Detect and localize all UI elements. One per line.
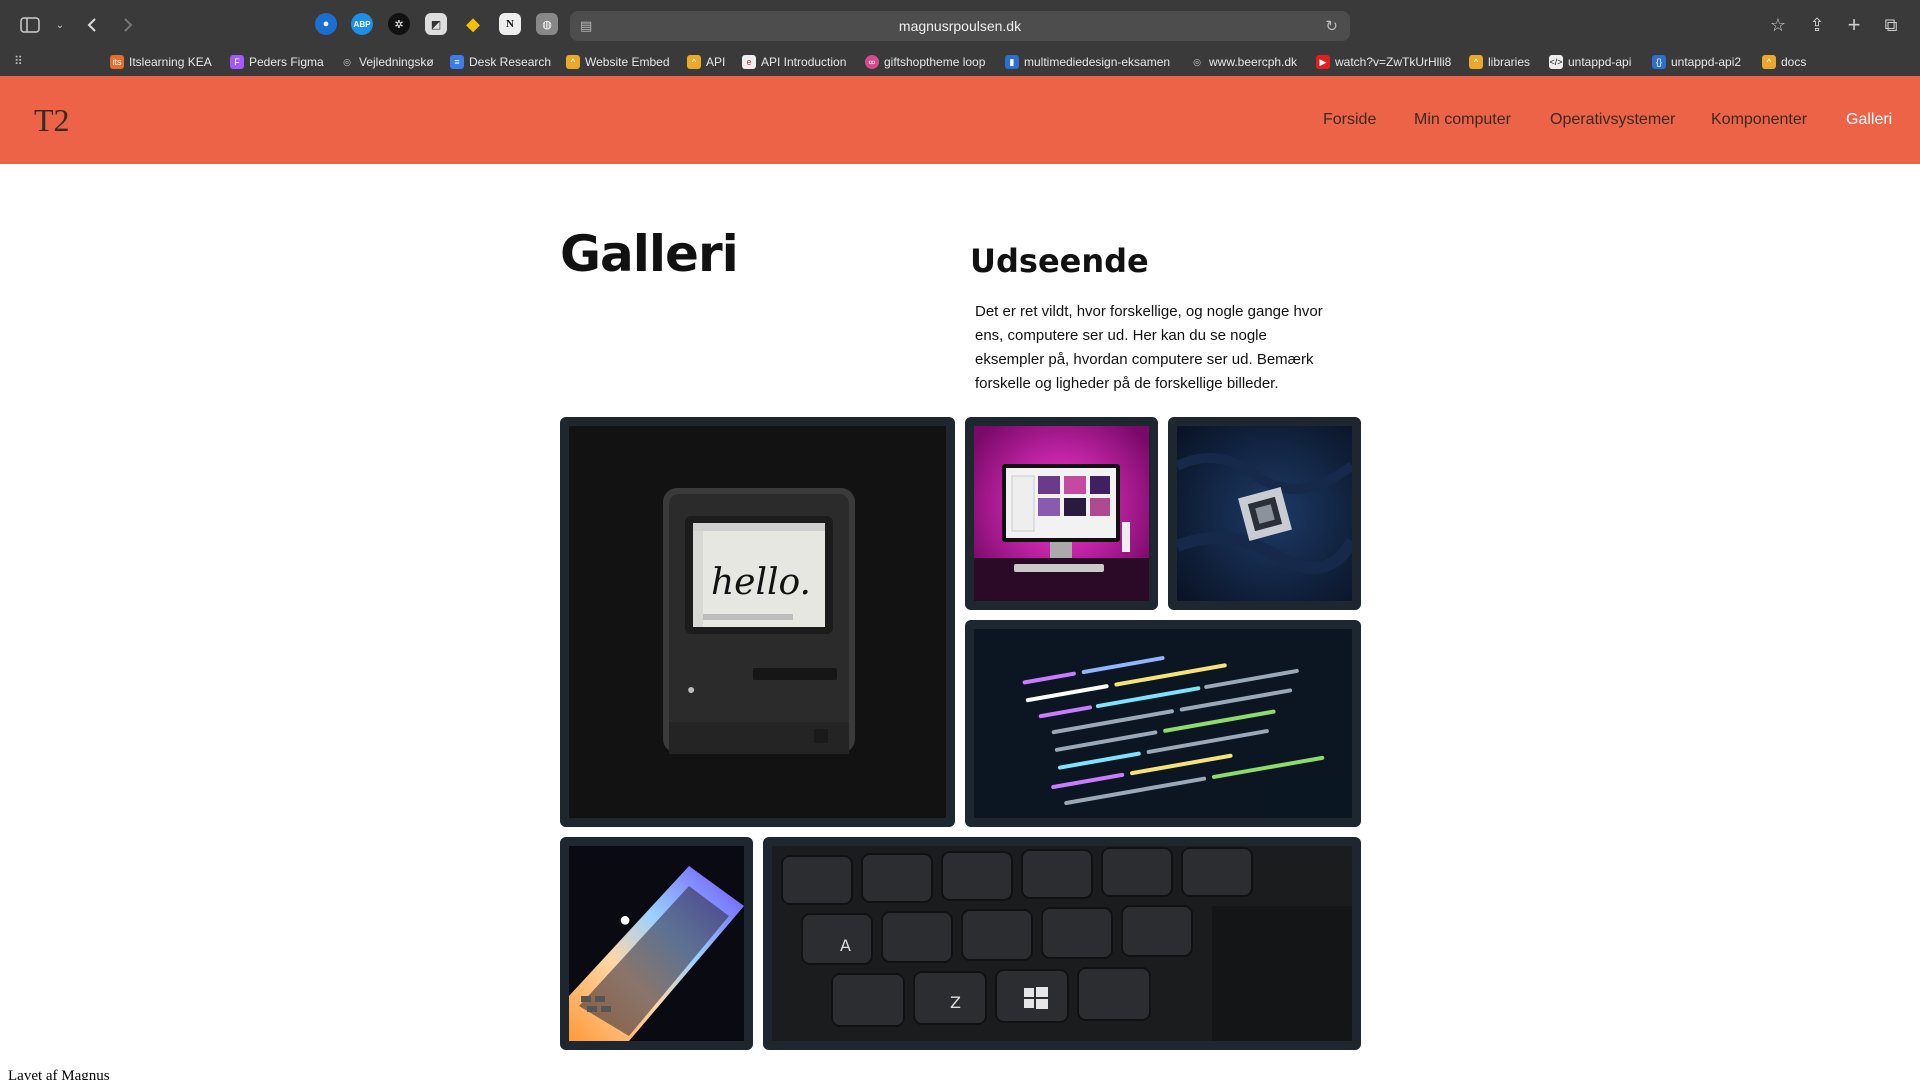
site-header: T2 Forside Min computer Operativsystemer… xyxy=(0,76,1920,164)
site-logo[interactable]: T2 xyxy=(34,102,70,139)
bookmark-item[interactable]: {} untappd-api2 xyxy=(1652,52,1741,72)
bookmark-item[interactable]: ◎ Vejledningskø xyxy=(340,52,434,72)
address-bar[interactable]: ▤ magnusrpoulsen.dk ↻ xyxy=(570,11,1350,41)
new-tab-icon[interactable]: + xyxy=(1842,12,1866,37)
libraries-icon: ^ xyxy=(1469,55,1483,69)
bookmark-item[interactable]: ^ docs xyxy=(1762,52,1806,72)
docs-icon: ≡ xyxy=(450,55,464,69)
api-icon: ^ xyxy=(687,55,701,69)
bookmark-item[interactable]: ◎ www.beercph.dk xyxy=(1190,52,1297,72)
extension-cookie-icon[interactable]: ◍ xyxy=(536,13,558,35)
embed-icon: ^ xyxy=(566,55,580,69)
svg-text:●: ● xyxy=(687,681,695,697)
code-screen-illustration xyxy=(974,629,1352,818)
nav-forside[interactable]: Forside xyxy=(1323,111,1376,129)
notion-icon[interactable]: N xyxy=(499,13,521,35)
extension-abp-icon[interactable]: ABP xyxy=(351,13,373,35)
bookmarks-bar: its Itslearning KEA F Peders Figma ◎ Vejled… xyxy=(0,50,1920,76)
bookmark-item[interactable]: ^ Website Embed xyxy=(566,52,670,72)
nav-min-computer[interactable]: Min computer xyxy=(1414,111,1511,129)
pink-desk-illustration xyxy=(974,426,1149,601)
gallery-image-pink-desk[interactable] xyxy=(965,417,1158,610)
tab-overview-icon[interactable]: ⧉ xyxy=(1879,13,1903,37)
gallery-image-hello-mac[interactable]: hello. ● xyxy=(560,417,955,827)
back-icon[interactable] xyxy=(80,13,104,37)
figma-icon: F xyxy=(230,55,244,69)
svg-text:Z: Z xyxy=(950,993,961,1012)
bookmark-item[interactable]: e API Introduction xyxy=(742,52,846,72)
macbook-illustration: ● xyxy=(569,846,744,1041)
bookmark-item[interactable]: ^ libraries xyxy=(1469,52,1530,72)
bookmark-item[interactable]: ▮ multimediedesign-eksamen xyxy=(1005,52,1170,72)
globe-icon: ◎ xyxy=(1193,56,1201,67)
gallery-image-code-screen[interactable] xyxy=(965,620,1361,827)
untappd-api-icon: </> xyxy=(1549,55,1563,69)
page-title: Galleri xyxy=(560,225,739,283)
cpu-chip-illustration xyxy=(1177,426,1352,601)
browser-chrome: ⌄ ● ABP ✲ ◩ ◆ N ◍ ▤ magnusrpoulsen.dk ↻ … xyxy=(0,0,1920,76)
gallery-image-macbook[interactable]: ● xyxy=(560,837,753,1050)
section-title: Udseende xyxy=(970,242,1149,280)
itslearning-icon: its xyxy=(110,55,124,69)
bookmark-item[interactable]: ▶ watch?v=ZwTkUrHlli8 xyxy=(1316,52,1451,72)
tab-groups-chevron-icon[interactable]: ⌄ xyxy=(48,13,72,37)
extension-notes-icon[interactable]: ◩ xyxy=(425,13,447,35)
bookmark-item[interactable]: its Itslearning KEA xyxy=(110,52,212,72)
sidebar-toggle-icon[interactable] xyxy=(18,13,42,37)
share-icon[interactable]: ⇪ xyxy=(1805,13,1829,37)
api-intro-icon: e xyxy=(742,55,756,69)
bookmark-item[interactable]: F Peders Figma xyxy=(230,52,324,72)
forward-icon[interactable] xyxy=(116,13,140,37)
docs-bookmark-icon: ^ xyxy=(1762,55,1776,69)
keyboard-illustration: A Z xyxy=(772,846,1352,1041)
intro-text: Det er ret vildt, hvor forskellige, og n… xyxy=(975,303,1323,392)
extension-dots-icon[interactable]: ✲ xyxy=(388,13,410,35)
extension-shield-icon[interactable]: ● xyxy=(315,13,337,35)
bookmark-star-icon[interactable]: ☆ xyxy=(1766,13,1790,37)
youtube-icon: ▶ xyxy=(1316,55,1330,69)
browser-toolbar: ⌄ ● ABP ✲ ◩ ◆ N ◍ ▤ magnusrpoulsen.dk ↻ … xyxy=(0,0,1920,50)
bookmark-item[interactable]: ∞ giftshoptheme loop xyxy=(865,52,985,72)
untappd-api2-icon: {} xyxy=(1652,55,1666,69)
hello-text: hello. xyxy=(711,562,811,603)
gallery-image-keyboard[interactable]: A Z xyxy=(763,837,1361,1050)
extension-color-icon[interactable]: ◆ xyxy=(462,13,484,35)
footer-credit: Lavet af Magnus xyxy=(8,1068,110,1080)
bookmark-item[interactable]: ^ API xyxy=(687,52,725,72)
nav-galleri[interactable]: Galleri xyxy=(1846,111,1892,129)
nav-operativsystemer[interactable]: Operativsystemer xyxy=(1550,111,1675,129)
reload-icon[interactable]: ↻ xyxy=(1325,17,1338,35)
trello-icon: ▮ xyxy=(1005,55,1019,69)
bookmark-item[interactable]: ≡ Desk Research xyxy=(450,52,551,72)
loop-icon: ∞ xyxy=(865,55,879,69)
address-url: magnusrpoulsen.dk xyxy=(898,18,1022,34)
nav-komponenter[interactable]: Komponenter xyxy=(1711,111,1807,129)
vintage-mac-illustration: hello. ● xyxy=(569,426,946,818)
globe-icon: ◎ xyxy=(343,56,351,67)
apple-logo-icon: ● xyxy=(619,909,631,931)
gallery-image-cpu-chip[interactable] xyxy=(1168,417,1361,610)
bookmark-item[interactable]: </> untappd-api xyxy=(1549,52,1631,72)
svg-text:A: A xyxy=(840,936,851,955)
